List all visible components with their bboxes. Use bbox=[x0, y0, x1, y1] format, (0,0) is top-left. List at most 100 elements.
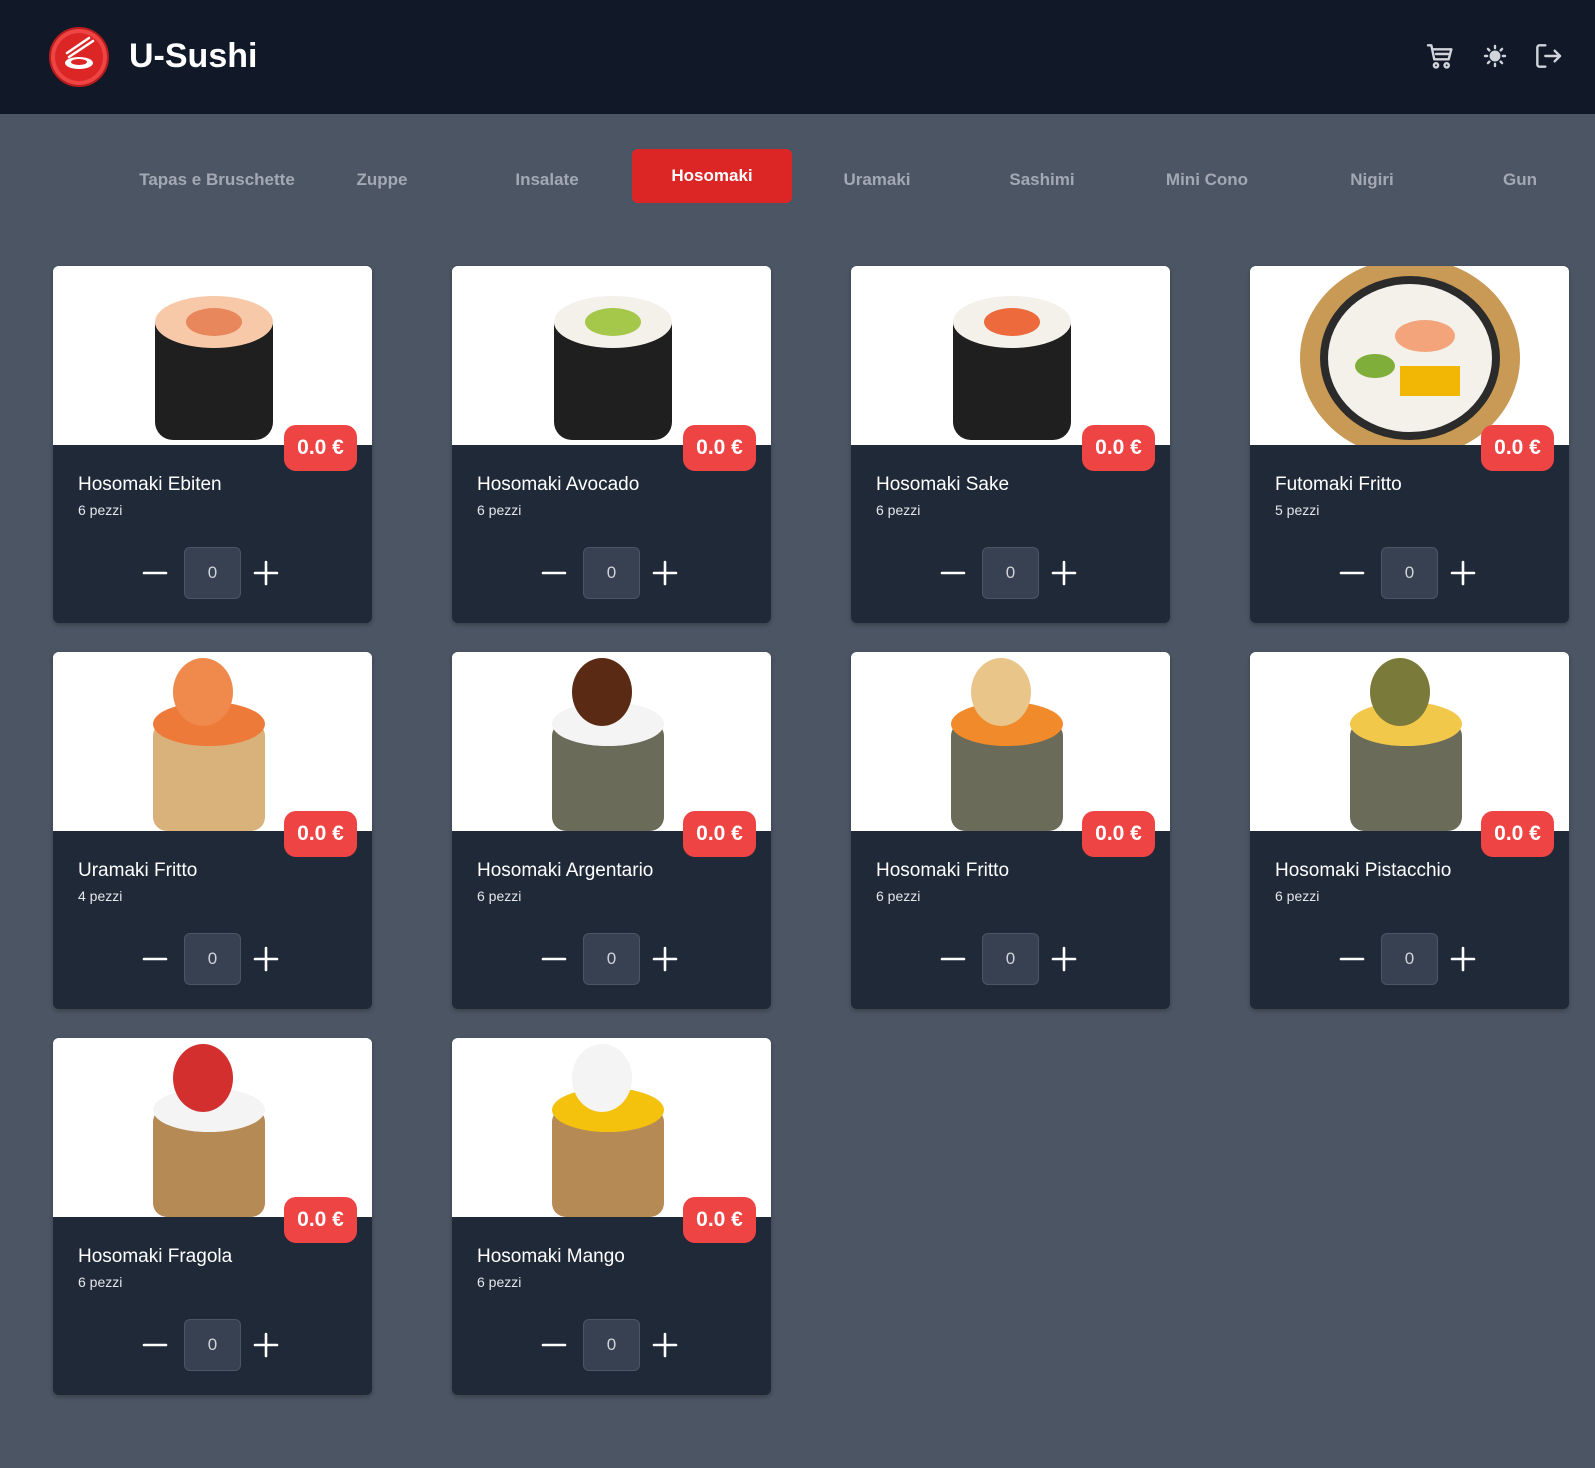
quantity-stepper bbox=[53, 933, 372, 985]
tab-insalate[interactable]: Insalate bbox=[467, 149, 627, 205]
quantity-input[interactable] bbox=[982, 933, 1039, 985]
quantity-input[interactable] bbox=[184, 547, 241, 599]
quantity-input[interactable] bbox=[583, 1319, 640, 1371]
product-name: Uramaki Fritto bbox=[78, 860, 198, 881]
quantity-input[interactable] bbox=[1381, 933, 1438, 985]
quantity-stepper bbox=[53, 1319, 372, 1371]
quantity-input[interactable] bbox=[184, 933, 241, 985]
tab-gunkan[interactable]: Gun bbox=[1440, 149, 1595, 205]
decrease-button[interactable] bbox=[139, 1329, 171, 1361]
product-image bbox=[53, 266, 372, 445]
product-image bbox=[851, 652, 1170, 831]
increase-button[interactable] bbox=[649, 557, 681, 589]
decrease-button[interactable] bbox=[937, 557, 969, 589]
tab-mini-cono[interactable]: Mini Cono bbox=[1127, 149, 1287, 205]
plus-icon bbox=[253, 1332, 279, 1358]
product-image bbox=[1250, 652, 1569, 831]
u-sushi-logo[interactable] bbox=[49, 27, 109, 87]
price-badge: 0.0 € bbox=[683, 811, 756, 857]
quantity-input[interactable] bbox=[583, 547, 640, 599]
quantity-input[interactable] bbox=[583, 933, 640, 985]
quantity-stepper bbox=[53, 547, 372, 599]
product-image bbox=[851, 266, 1170, 445]
price-badge: 0.0 € bbox=[284, 1197, 357, 1243]
product-pieces: 6 pezzi bbox=[78, 1274, 123, 1290]
price-badge: 0.0 € bbox=[1082, 811, 1155, 857]
product-pieces: 6 pezzi bbox=[876, 502, 921, 518]
product-pieces: 5 pezzi bbox=[1275, 502, 1320, 518]
product-name: Hosomaki Sake bbox=[876, 474, 1010, 495]
product-pieces: 6 pezzi bbox=[876, 888, 921, 904]
price-badge: 0.0 € bbox=[284, 811, 357, 857]
decrease-button[interactable] bbox=[1336, 557, 1368, 589]
plus-icon bbox=[253, 946, 279, 972]
tab-zuppe[interactable]: Zuppe bbox=[302, 149, 462, 205]
decrease-button[interactable] bbox=[937, 943, 969, 975]
brand-title: U-Sushi bbox=[129, 37, 258, 75]
product-name: Hosomaki Argentario bbox=[477, 860, 654, 881]
decrease-button[interactable] bbox=[139, 557, 171, 589]
price-badge: 0.0 € bbox=[683, 425, 756, 471]
decrease-button[interactable] bbox=[1336, 943, 1368, 975]
tab-tapas-e-bruschette[interactable]: Tapas e Bruschette bbox=[137, 149, 297, 205]
product-name: Futomaki Fritto bbox=[1275, 474, 1402, 495]
increase-button[interactable] bbox=[250, 557, 282, 589]
product-card: 0.0 € Hosomaki Argentario 6 pezzi bbox=[452, 652, 771, 1009]
increase-button[interactable] bbox=[1447, 943, 1479, 975]
price-badge: 0.0 € bbox=[683, 1197, 756, 1243]
plus-icon bbox=[652, 1332, 678, 1358]
product-name: Hosomaki Fritto bbox=[876, 860, 1010, 881]
product-card: 0.0 € Hosomaki Fritto 6 pezzi bbox=[851, 652, 1170, 1009]
increase-button[interactable] bbox=[649, 1329, 681, 1361]
plus-icon bbox=[1051, 946, 1077, 972]
increase-button[interactable] bbox=[250, 943, 282, 975]
price-badge: 0.0 € bbox=[1082, 425, 1155, 471]
decrease-button[interactable] bbox=[538, 1329, 570, 1361]
quantity-stepper bbox=[851, 547, 1170, 599]
product-pieces: 6 pezzi bbox=[477, 888, 522, 904]
decrease-button[interactable] bbox=[139, 943, 171, 975]
price-badge: 0.0 € bbox=[284, 425, 357, 471]
product-pieces: 6 pezzi bbox=[477, 1274, 522, 1290]
product-image bbox=[1250, 266, 1569, 445]
product-pieces: 4 pezzi bbox=[78, 888, 123, 904]
quantity-stepper bbox=[452, 933, 771, 985]
decrease-button[interactable] bbox=[538, 943, 570, 975]
product-image bbox=[53, 1038, 372, 1217]
increase-button[interactable] bbox=[1048, 557, 1080, 589]
increase-button[interactable] bbox=[250, 1329, 282, 1361]
product-card: 0.0 € Futomaki Fritto 5 pezzi bbox=[1250, 266, 1569, 623]
tab-sashimi[interactable]: Sashimi bbox=[962, 149, 1122, 205]
plus-icon bbox=[1450, 946, 1476, 972]
product-image bbox=[452, 1038, 771, 1217]
product-name: Hosomaki Mango bbox=[477, 1246, 625, 1267]
quantity-input[interactable] bbox=[982, 547, 1039, 599]
product-pieces: 6 pezzi bbox=[1275, 888, 1320, 904]
tab-hosomaki[interactable]: Hosomaki bbox=[632, 149, 792, 203]
product-image bbox=[452, 652, 771, 831]
cart-icon[interactable] bbox=[1424, 40, 1456, 72]
price-badge: 0.0 € bbox=[1481, 811, 1554, 857]
decrease-button[interactable] bbox=[538, 557, 570, 589]
product-card: 0.0 € Hosomaki Avocado 6 pezzi bbox=[452, 266, 771, 623]
increase-button[interactable] bbox=[1447, 557, 1479, 589]
product-card: 0.0 € Hosomaki Fragola 6 pezzi bbox=[53, 1038, 372, 1395]
product-card: 0.0 € Uramaki Fritto 4 pezzi bbox=[53, 652, 372, 1009]
increase-button[interactable] bbox=[1048, 943, 1080, 975]
product-name: Hosomaki Avocado bbox=[477, 474, 640, 495]
quantity-input[interactable] bbox=[184, 1319, 241, 1371]
plus-icon bbox=[652, 946, 678, 972]
top-header: U-Sushi bbox=[0, 0, 1595, 114]
sun-icon[interactable] bbox=[1479, 40, 1511, 72]
category-tabs: Tapas e Bruschette Zuppe Insalate Hosoma… bbox=[0, 149, 1595, 229]
product-card: 0.0 € Hosomaki Pistacchio 6 pezzi bbox=[1250, 652, 1569, 1009]
product-name: Hosomaki Pistacchio bbox=[1275, 860, 1452, 881]
tab-nigiri[interactable]: Nigiri bbox=[1292, 149, 1452, 205]
product-name: Hosomaki Fragola bbox=[78, 1246, 233, 1267]
quantity-input[interactable] bbox=[1381, 547, 1438, 599]
increase-button[interactable] bbox=[649, 943, 681, 975]
tab-uramaki[interactable]: Uramaki bbox=[797, 149, 957, 205]
product-pieces: 6 pezzi bbox=[78, 502, 123, 518]
plus-icon bbox=[1450, 560, 1476, 586]
logout-icon[interactable] bbox=[1532, 40, 1564, 72]
